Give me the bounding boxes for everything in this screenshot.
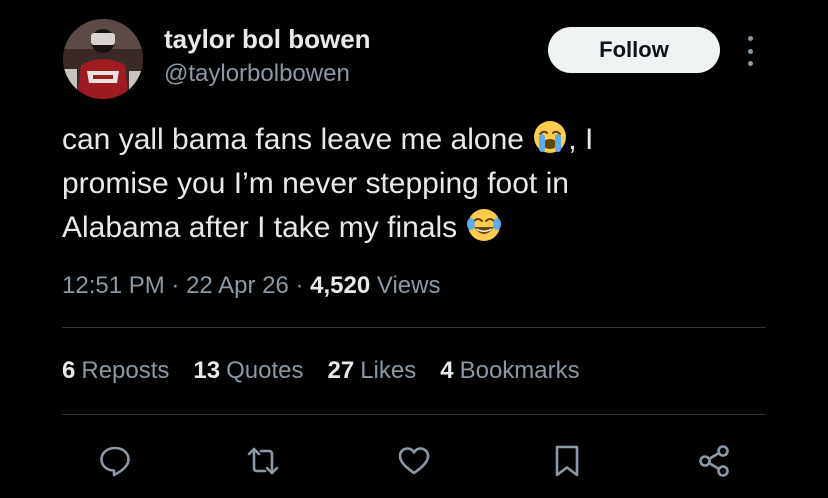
quotes-stat[interactable]: 13 Quotes: [193, 355, 303, 387]
tweet-text-segment: Alabama after I take my finals: [62, 211, 466, 244]
reposts-label: Reposts: [81, 357, 170, 384]
avatar[interactable]: [63, 19, 143, 99]
share-icon[interactable]: [696, 443, 732, 479]
likes-count: 27: [327, 357, 355, 384]
timestamp-time[interactable]: 12:51 PM: [62, 272, 165, 299]
more-options-icon[interactable]: [742, 36, 758, 66]
divider: [62, 327, 766, 328]
meta-separator: ·: [288, 272, 311, 299]
follow-button[interactable]: Follow: [548, 27, 720, 73]
loudly-crying-face-icon: [532, 119, 568, 155]
views-count: 4,520: [310, 272, 371, 299]
tweet-line-2: promise you I’m never stepping foot in: [62, 167, 569, 200]
bookmarks-count: 4: [440, 357, 454, 384]
tweet-text-segment: , I: [568, 123, 594, 156]
likes-label: Likes: [360, 357, 417, 384]
tweet-text-segment: can yall bama fans leave me alone: [62, 123, 533, 156]
timestamp-date[interactable]: 22 Apr 26: [186, 272, 289, 299]
reply-icon[interactable]: [97, 443, 133, 479]
views-label: Views: [370, 272, 441, 299]
quotes-label: Quotes: [226, 357, 304, 384]
tweet-meta: 12:51 PM · 22 Apr 26 · 4,520 Views: [62, 270, 440, 302]
divider: [62, 414, 766, 415]
repost-icon[interactable]: [245, 443, 281, 479]
like-icon[interactable]: [396, 443, 432, 479]
reposts-count: 6: [62, 357, 76, 384]
reposts-stat[interactable]: 6 Reposts: [62, 355, 169, 387]
display-name[interactable]: taylor bol bowen: [164, 24, 371, 54]
likes-stat[interactable]: 27 Likes: [328, 355, 417, 387]
face-with-tears-of-joy-icon: [466, 207, 502, 243]
quotes-count: 13: [193, 357, 221, 384]
bookmarks-stat[interactable]: 4 Bookmarks: [440, 355, 579, 387]
tweet-line-1: can yall bama fans leave me alone , I: [62, 118, 782, 162]
meta-separator: ·: [164, 272, 187, 299]
tweet-text: can yall bama fans leave me alone , I pr…: [62, 118, 782, 250]
tweet-line-3: Alabama after I take my finals: [62, 206, 782, 250]
tweet-detail: taylor bol bowen @taylorbolbowen Follow …: [0, 0, 828, 498]
handle[interactable]: @taylorbolbowen: [164, 59, 350, 89]
bookmark-icon[interactable]: [549, 443, 585, 479]
engagement-stats: 6 Reposts 13 Quotes 27 Likes 4 Bookmarks: [62, 355, 604, 387]
bookmarks-label: Bookmarks: [459, 357, 580, 384]
